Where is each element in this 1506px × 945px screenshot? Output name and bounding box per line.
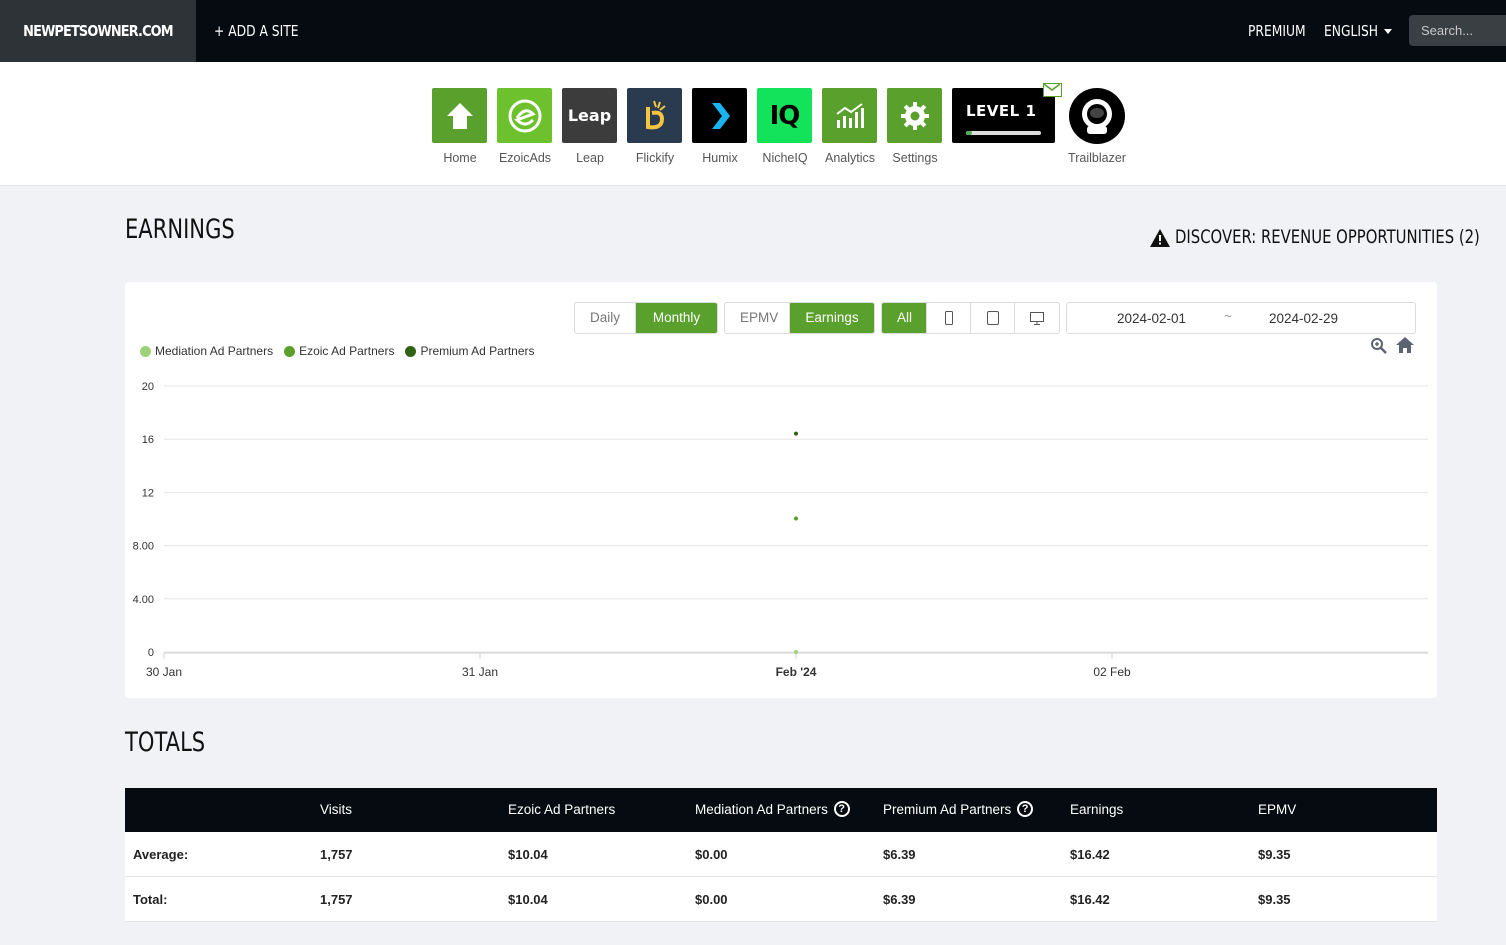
cell-ezoic: $10.04 [508, 892, 548, 907]
humix-icon [692, 88, 747, 143]
discover-revenue-link[interactable]: DISCOVER: REVENUE OPPORTUNITIES (2) [1175, 226, 1506, 248]
warning-icon [1150, 229, 1170, 252]
cell-visits: 1,757 [320, 847, 353, 862]
x-tick-label: 31 Jan [462, 665, 498, 679]
y-tick-label: 4.00 [133, 594, 154, 606]
app-home[interactable]: Home [432, 88, 487, 165]
main-content: EARNINGS DISCOVER: REVENUE OPPORTUNITIES… [0, 186, 1506, 945]
astronaut-icon [1069, 88, 1125, 144]
cell-earnings: $16.42 [1070, 892, 1110, 907]
premium-link[interactable]: PREMIUM [1248, 0, 1318, 62]
earnings-chart: 0 4.00 8.00 12 16 20 30 Jan 31 Jan Feb '24 02 Feb [133, 381, 1428, 679]
cell-premium: $6.39 [883, 892, 916, 907]
cell-epmv: $9.35 [1258, 847, 1291, 862]
x-tick-label: Feb '24 [776, 665, 817, 679]
table-row: Average: 1,757 $10.04 $0.00 $6.39 $16.42… [125, 832, 1437, 877]
app-settings[interactable]: Settings [887, 88, 942, 165]
y-tick-label: 0 [148, 647, 154, 659]
app-analytics[interactable]: Analytics [822, 88, 877, 165]
col-mediation: Mediation Ad Partners ? [695, 788, 850, 832]
site-brand-link[interactable]: NEWPETSOWNER.COM [0, 0, 196, 62]
row-label: Average: [133, 847, 189, 862]
y-tick-label: 16 [142, 434, 154, 446]
language-dropdown[interactable]: ENGLISH [1324, 0, 1392, 62]
level-progress-bar [966, 131, 1041, 135]
col-epmv: EPMV [1258, 802, 1297, 817]
cell-mediation: $0.00 [695, 892, 728, 907]
data-point [794, 650, 798, 654]
level-badge[interactable]: LEVEL 1 [952, 88, 1055, 143]
totals-title: TOTALS [125, 727, 206, 758]
row-label: Total: [133, 892, 168, 907]
app-nicheiq[interactable]: IQ NicheIQ [757, 88, 812, 165]
search-input[interactable] [1409, 15, 1506, 46]
col-earnings: Earnings [1070, 802, 1124, 817]
app-humix[interactable]: Humix [692, 88, 747, 165]
help-icon[interactable]: ? [833, 800, 850, 817]
ezoicads-icon [497, 88, 552, 143]
analytics-icon [822, 88, 877, 143]
chevron-down-icon [1384, 29, 1392, 34]
col-premium: Premium Ad Partners ? [883, 788, 1034, 832]
x-tick-label: 30 Jan [146, 665, 182, 679]
table-header: Visits Ezoic Ad Partners Mediation Ad Pa… [125, 788, 1437, 832]
home-icon [432, 88, 487, 143]
cell-ezoic: $10.04 [508, 847, 548, 862]
y-tick-label: 20 [142, 381, 154, 393]
totals-table: Visits Ezoic Ad Partners Mediation Ad Pa… [125, 788, 1437, 922]
earnings-chart-card: Daily Monthly EPMV Earnings All 2024-02-… [125, 282, 1437, 698]
top-navbar: NEWPETSOWNER.COM + ADD A SITE PREMIUM EN… [0, 0, 1506, 62]
x-tick-label: 02 Feb [1093, 665, 1131, 679]
add-site-link[interactable]: + ADD A SITE [214, 0, 317, 62]
flickify-icon [627, 88, 682, 143]
app-flickify[interactable]: Flickify [627, 88, 682, 165]
level-progress-fill [966, 131, 972, 135]
data-point [794, 516, 798, 521]
col-ezoic: Ezoic Ad Partners [508, 802, 616, 817]
y-tick-label: 8.00 [133, 541, 154, 553]
nicheiq-icon: IQ [757, 88, 812, 143]
cell-earnings: $16.42 [1070, 847, 1110, 862]
col-visits: Visits [320, 802, 353, 817]
cell-visits: 1,757 [320, 892, 353, 907]
leap-icon: Leap [562, 88, 617, 143]
mail-icon[interactable] [1043, 83, 1062, 97]
app-launcher-bar: Home EzoicAds Leap Leap Flickify Humix I… [0, 62, 1506, 186]
gear-icon [887, 88, 942, 143]
app-leap[interactable]: Leap Leap [562, 88, 617, 165]
cell-premium: $6.39 [883, 847, 916, 862]
data-point [794, 431, 798, 436]
table-row: Total: 1,757 $10.04 $0.00 $6.39 $16.42 $… [125, 877, 1437, 922]
trailblazer-badge[interactable]: Trailblazer [1068, 88, 1126, 165]
cell-mediation: $0.00 [695, 847, 728, 862]
app-ezoicads[interactable]: EzoicAds [497, 88, 552, 165]
help-icon[interactable]: ? [1017, 800, 1034, 817]
y-tick-label: 12 [142, 487, 154, 499]
cell-epmv: $9.35 [1258, 892, 1291, 907]
earnings-title: EARNINGS [125, 214, 235, 245]
